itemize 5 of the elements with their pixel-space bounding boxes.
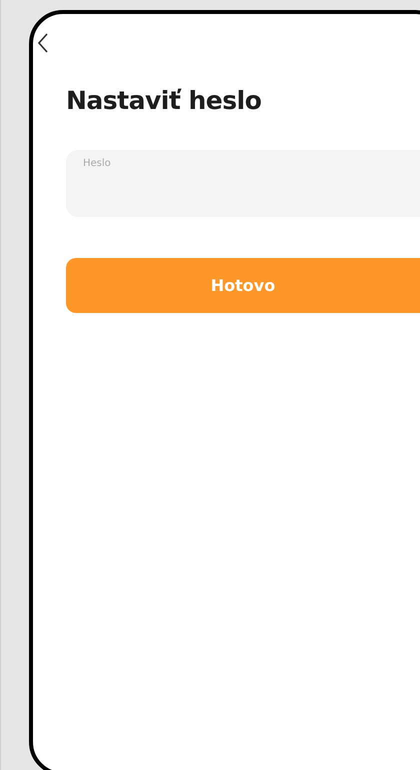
done-button[interactable]: Hotovo	[66, 258, 420, 313]
page-title: Nastaviť heslo	[66, 85, 262, 117]
field-label: Heslo	[83, 158, 111, 169]
back-icon[interactable]	[38, 33, 48, 53]
password-field[interactable]: Heslo	[66, 150, 420, 217]
